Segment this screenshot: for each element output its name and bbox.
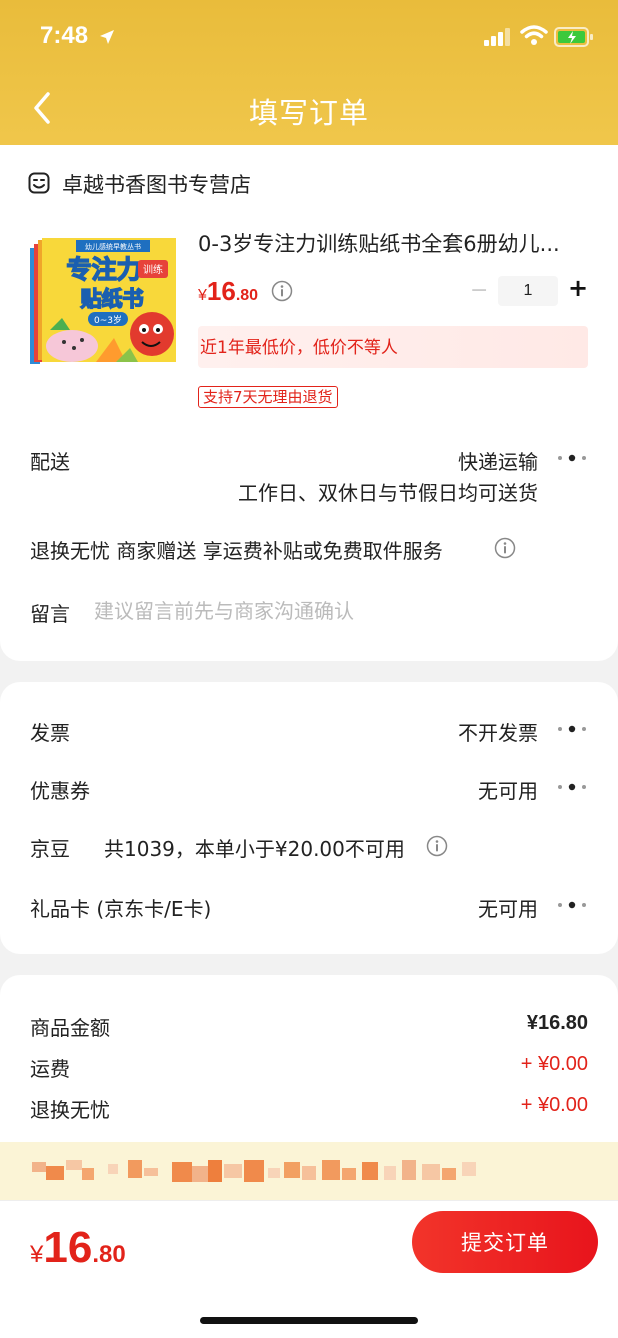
quantity-minus-button[interactable]: − xyxy=(470,278,488,303)
total-price-symbol: ¥ xyxy=(30,1241,44,1268)
invoice-label: 发票 xyxy=(30,721,70,745)
more-dots-icon[interactable] xyxy=(556,901,588,909)
jd-beans-label: 京豆 xyxy=(30,837,70,861)
cover-title-text: 专注力 xyxy=(66,255,141,284)
total-price-integer: 16 xyxy=(43,1223,93,1272)
price-symbol: ¥ xyxy=(198,287,207,304)
total-price-decimal: .80 xyxy=(92,1241,126,1268)
battery-charging-icon xyxy=(554,27,593,47)
invoice-value[interactable]: 不开发票 xyxy=(458,717,538,746)
store-icon xyxy=(28,172,50,194)
gift-card-label: 礼品卡 (京东卡/E卡) xyxy=(30,897,212,921)
price-integer: 16 xyxy=(206,276,236,306)
delivery-label: 配送 xyxy=(30,450,70,474)
cover-series-text: 幼儿感统早教丛书 xyxy=(85,242,141,251)
quantity-input[interactable]: 1 xyxy=(498,276,558,306)
goods-amount-value: ¥16.80 xyxy=(526,1012,588,1034)
signal-icon xyxy=(484,28,510,46)
cover-age-text: 0~3岁 xyxy=(94,314,122,326)
more-dots-icon[interactable] xyxy=(556,454,588,462)
location-arrow-icon xyxy=(100,30,114,44)
page-title: 填写订单 xyxy=(248,96,369,130)
info-icon[interactable] xyxy=(271,280,293,302)
product-image[interactable]: 幼儿感统早教丛书 专注力 训练 贴纸书 0~3岁 xyxy=(30,234,178,368)
return-service-fee-value: + ¥0.00 xyxy=(520,1094,588,1116)
return-service-text: 退换无忧 商家赠送 享运费补贴或免费取件服务 xyxy=(30,539,443,563)
submit-order-button[interactable]: 提交订单 xyxy=(412,1211,598,1273)
message-input[interactable] xyxy=(94,596,574,626)
product-cover-illustration: 幼儿感统早教丛书 专注力 训练 贴纸书 0~3岁 xyxy=(30,238,176,364)
price-decimal: .80 xyxy=(235,287,259,304)
notice-bar xyxy=(0,1142,618,1200)
lowest-price-banner: 近1年最低价，低价不等人 xyxy=(198,326,588,368)
message-label: 留言 xyxy=(30,602,70,626)
gift-card-value[interactable]: 无可用 xyxy=(478,893,538,922)
jd-beans-detail: 共1039，本单小于¥20.00不可用 xyxy=(104,837,405,861)
info-icon[interactable] xyxy=(494,537,516,559)
wifi-icon xyxy=(520,25,548,45)
delivery-time-note: 工作日、双休日与节假日均可送货 xyxy=(238,481,538,505)
return-service-fee-label: 退换无忧 xyxy=(30,1098,110,1122)
cover-subtitle-text: 贴纸书 xyxy=(81,287,144,311)
info-icon[interactable] xyxy=(426,835,448,857)
coupon-label: 优惠券 xyxy=(30,779,90,803)
status-time: 7:48 xyxy=(40,22,89,49)
goods-amount-label: 商品金额 xyxy=(30,1016,110,1040)
product-price: ¥16.80 xyxy=(198,276,258,307)
shipping-fee-value: + ¥0.00 xyxy=(520,1053,588,1075)
product-title[interactable]: 0-3岁专注力训练贴纸书全套6册幼儿... xyxy=(198,228,590,258)
delivery-method[interactable]: 快递运输 xyxy=(458,446,538,475)
coupon-value[interactable]: 无可用 xyxy=(478,775,538,804)
status-bar: 7:48 xyxy=(0,0,618,72)
cover-tag-text: 训练 xyxy=(143,263,163,276)
more-dots-icon[interactable] xyxy=(556,783,588,791)
total-price: ¥16.80 xyxy=(30,1223,126,1273)
bottom-checkout-bar: ¥16.80 提交订单 xyxy=(0,1200,618,1338)
store-name[interactable]: 卓越书香图书专营店 xyxy=(62,169,251,199)
return-policy-tag: 支持7天无理由退货 xyxy=(198,386,338,408)
quantity-plus-button[interactable]: + xyxy=(568,274,588,302)
more-dots-icon[interactable] xyxy=(556,725,588,733)
home-indicator xyxy=(200,1317,418,1324)
blurred-notice-text xyxy=(32,1160,476,1182)
nav-bar: 填写订单 xyxy=(0,72,618,144)
shipping-fee-label: 运费 xyxy=(30,1057,70,1081)
